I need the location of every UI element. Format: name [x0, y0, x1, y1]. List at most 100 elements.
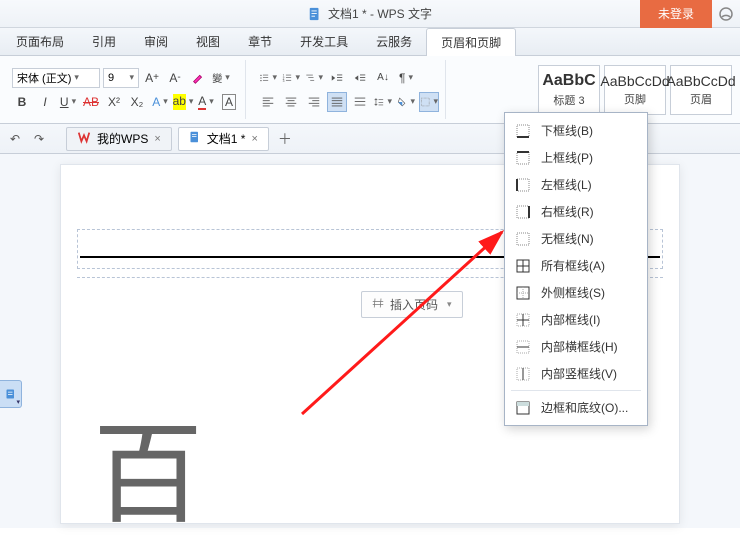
document-icon: [308, 7, 322, 21]
login-badge[interactable]: 未登录: [640, 0, 712, 28]
clear-format-button[interactable]: [188, 68, 208, 88]
style-heading3[interactable]: AaBbC 标题 3: [538, 65, 600, 115]
wps-logo-icon: [77, 130, 91, 147]
align-left-button[interactable]: [258, 92, 278, 112]
font-name-combo[interactable]: 宋体 (正文)▾: [12, 68, 100, 88]
superscript-button[interactable]: X²: [104, 92, 124, 112]
shrink-font-button[interactable]: A-: [165, 68, 185, 88]
menu-header-footer[interactable]: 页眉和页脚: [426, 28, 516, 57]
border-item-label: 下框线(B): [541, 122, 593, 139]
border-item-label: 内部框线(I): [541, 311, 600, 328]
menu-separator: [511, 390, 641, 391]
border-inside-v-icon: [515, 366, 531, 382]
profile-icon[interactable]: [712, 0, 740, 28]
border-item-label: 边框和底纹(O)...: [541, 399, 628, 416]
border-inside-item[interactable]: 内部框线(I): [505, 306, 647, 333]
borders-and-shading-item[interactable]: 边框和底纹(O)...: [505, 394, 647, 421]
insert-page-number-button[interactable]: 插入页码 ▾: [361, 291, 463, 318]
style-header[interactable]: AaBbCcDd 页眉: [670, 65, 732, 115]
border-top-icon: [515, 150, 531, 166]
highlight-button[interactable]: ab▾: [173, 92, 193, 112]
menu-review[interactable]: 审阅: [130, 28, 182, 56]
increase-indent-button[interactable]: [350, 68, 370, 88]
border-item-label: 无框线(N): [541, 230, 594, 247]
paragraph-group: ▾ 123▾ ▾ A↓ ¶▾ ▾ ▾ ▾: [252, 60, 446, 119]
style-gallery: AaBbC 标题 3 AaBbCcDd 页脚 AaBbCcDd 页眉: [538, 62, 734, 118]
border-inside-h-item[interactable]: 内部横框线(H): [505, 333, 647, 360]
multilevel-list-button[interactable]: ▾: [304, 68, 324, 88]
grow-font-button[interactable]: A+: [142, 68, 162, 88]
doctab-mywps[interactable]: 我的WPS ×: [66, 127, 172, 151]
number-list-button[interactable]: 123▾: [281, 68, 301, 88]
char-border-button[interactable]: A: [219, 92, 239, 112]
close-icon[interactable]: ×: [251, 133, 257, 145]
border-item-label: 左框线(L): [541, 176, 592, 193]
border-item-label: 内部竖框线(V): [541, 365, 617, 382]
show-marks-button[interactable]: ¶▾: [396, 68, 416, 88]
border-item-label: 上框线(P): [541, 149, 593, 166]
align-right-button[interactable]: [304, 92, 324, 112]
decrease-indent-button[interactable]: [327, 68, 347, 88]
border-bottom-icon: [515, 123, 531, 139]
redo-button[interactable]: ↷: [30, 130, 48, 148]
doctab-document1[interactable]: 文档1 * ×: [178, 127, 269, 151]
insert-page-number-label: 插入页码: [390, 296, 438, 313]
chevron-down-icon: ▾: [74, 72, 79, 83]
body-text: 百: [93, 385, 203, 545]
align-justify-button[interactable]: [327, 92, 347, 112]
border-right-item[interactable]: 右框线(R): [505, 198, 647, 225]
border-outside-item[interactable]: 外侧框线(S): [505, 279, 647, 306]
border-none-item[interactable]: 无框线(N): [505, 225, 647, 252]
border-inside-icon: [515, 312, 531, 328]
style-footer[interactable]: AaBbCcDd 页脚: [604, 65, 666, 115]
phonetic-button[interactable]: 變▾: [211, 68, 231, 88]
line-spacing-button[interactable]: ▾: [373, 92, 393, 112]
style-preview: AaBbCcDd: [600, 73, 669, 89]
border-right-icon: [515, 204, 531, 220]
subscript-button[interactable]: X₂: [127, 92, 147, 112]
border-left-icon: [515, 177, 531, 193]
underline-button[interactable]: U▾: [58, 92, 78, 112]
menu-page-layout[interactable]: 页面布局: [2, 28, 78, 56]
undo-button[interactable]: ↶: [6, 130, 24, 148]
border-top-item[interactable]: 上框线(P): [505, 144, 647, 171]
style-label: 页眉: [690, 91, 712, 107]
align-center-button[interactable]: [281, 92, 301, 112]
new-tab-button[interactable]: ＋: [275, 129, 295, 149]
strikethrough-button[interactable]: AB: [81, 92, 101, 112]
sort-button[interactable]: A↓: [373, 68, 393, 88]
border-left-item[interactable]: 左框线(L): [505, 171, 647, 198]
menu-cloud[interactable]: 云服务: [362, 28, 426, 56]
text-effects-button[interactable]: A▾: [150, 92, 170, 112]
bold-button[interactable]: B: [12, 92, 32, 112]
border-outside-icon: [515, 285, 531, 301]
menu-references[interactable]: 引用: [78, 28, 130, 56]
chevron-down-icon: ▾: [129, 72, 134, 83]
font-name-value: 宋体 (正文): [17, 70, 71, 86]
style-preview: AaBbC: [542, 72, 595, 90]
side-panel-toggle[interactable]: ▾: [0, 380, 22, 408]
doctab-label: 我的WPS: [97, 130, 148, 147]
bullet-list-button[interactable]: ▾: [258, 68, 278, 88]
shading-button[interactable]: ▾: [396, 92, 416, 112]
distribute-button[interactable]: [350, 92, 370, 112]
border-all-item[interactable]: 所有框线(A): [505, 252, 647, 279]
font-color-button[interactable]: A▾: [196, 92, 216, 112]
border-bottom-item[interactable]: 下框线(B): [505, 117, 647, 144]
document-icon: [189, 130, 201, 147]
border-none-icon: [515, 231, 531, 247]
border-item-label: 右框线(R): [541, 203, 594, 220]
borders-dropdown: 下框线(B) 上框线(P) 左框线(L) 右框线(R) 无框线(N) 所有框线(…: [504, 112, 648, 426]
menu-sections[interactable]: 章节: [234, 28, 286, 56]
italic-button[interactable]: I: [35, 92, 55, 112]
font-size-value: 9: [108, 72, 114, 84]
doctab-label: 文档1 *: [207, 130, 246, 147]
font-size-combo[interactable]: 9▾: [103, 68, 139, 88]
menu-bar: 页面布局 引用 审阅 视图 章节 开发工具 云服务 页眉和页脚: [0, 28, 740, 56]
close-icon[interactable]: ×: [154, 133, 160, 145]
borders-button[interactable]: ▾: [419, 92, 439, 112]
border-inside-v-item[interactable]: 内部竖框线(V): [505, 360, 647, 387]
menu-developer[interactable]: 开发工具: [286, 28, 362, 56]
menu-view[interactable]: 视图: [182, 28, 234, 56]
window-title: 文档1 * - WPS 文字: [328, 5, 432, 22]
